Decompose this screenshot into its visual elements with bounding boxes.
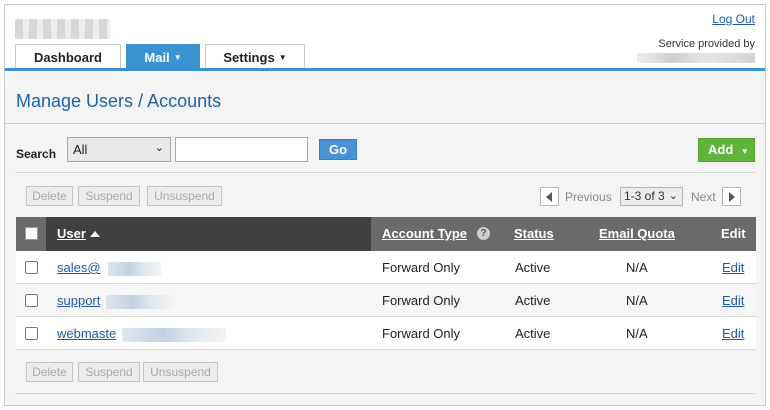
provider-name-redacted (637, 53, 755, 63)
divider (15, 393, 755, 394)
delete-button[interactable]: Delete (26, 186, 73, 206)
user-link[interactable]: support (57, 284, 100, 317)
redacted-domain (106, 295, 173, 309)
divider (15, 172, 755, 173)
logout-link[interactable]: Log Out (712, 12, 755, 26)
delete-button[interactable]: Delete (26, 362, 73, 382)
column-header-user[interactable]: User (57, 217, 100, 251)
row-checkbox[interactable] (25, 261, 38, 274)
tab-mail-label: Mail (144, 50, 170, 65)
table-header: User Account Type ? Status Email Quota E… (16, 217, 756, 251)
help-icon[interactable]: ? (477, 227, 490, 240)
column-header-user-label: User (57, 226, 86, 241)
chevron-right-icon (729, 192, 735, 202)
tab-mail[interactable]: Mail ▼ (126, 44, 200, 70)
table-row: support Forward Only Active N/A Edit (16, 284, 756, 317)
caret-down-icon: ▼ (278, 53, 287, 62)
search-input[interactable] (175, 137, 308, 162)
previous-label: Previous (565, 190, 612, 204)
tab-settings[interactable]: Settings ▼ (205, 44, 305, 70)
tab-dashboard[interactable]: Dashboard (15, 44, 121, 70)
chevron-down-icon: ⌄ (668, 190, 678, 202)
edit-link[interactable]: Edit (722, 251, 744, 284)
go-button[interactable]: Go (319, 139, 357, 160)
app-frame: Log Out Service provided by Dashboard Ma… (4, 4, 766, 406)
select-all-checkbox[interactable] (25, 227, 38, 240)
edit-link[interactable]: Edit (722, 317, 744, 350)
add-button[interactable]: Add ▼ (698, 138, 755, 162)
redacted-domain (108, 262, 161, 276)
status-cell: Active (515, 326, 551, 341)
account-type-cell: Forward Only (382, 260, 461, 275)
search-filter-value: All (73, 142, 88, 157)
service-provided-label: Service provided by (658, 38, 755, 50)
status-cell: Active (515, 293, 551, 308)
main-tabs: Dashboard Mail ▼ Settings ▼ (15, 44, 305, 70)
column-header-email-quota[interactable]: Email Quota (599, 217, 675, 251)
search-label: Search (16, 147, 57, 161)
unsuspend-button[interactable]: Unsuspend (147, 186, 222, 206)
tab-settings-label: Settings (223, 50, 275, 65)
column-header-status[interactable]: Status (514, 217, 554, 251)
caret-down-icon: ▼ (173, 53, 182, 62)
tab-dashboard-label: Dashboard (34, 50, 102, 65)
page-range-select[interactable]: 1-3 of 3 ⌄ (620, 187, 683, 206)
status-cell: Active (515, 260, 551, 275)
redacted-domain (122, 328, 226, 342)
column-header-account-type[interactable]: Account Type (382, 217, 467, 251)
sort-ascending-icon (89, 231, 100, 237)
email-quota-cell: N/A (626, 260, 648, 275)
suspend-button[interactable]: Suspend (78, 362, 140, 382)
page-title: Manage Users / Accounts (16, 91, 222, 111)
account-type-cell: Forward Only (382, 326, 461, 341)
suspend-button[interactable]: Suspend (78, 186, 140, 206)
divider (5, 123, 765, 124)
chevron-left-icon (546, 192, 552, 202)
main-content: Manage Users / Accounts Search All ⌄ Go … (5, 71, 765, 405)
account-type-cell: Forward Only (382, 293, 461, 308)
row-checkbox[interactable] (25, 294, 38, 307)
next-page-button[interactable] (722, 187, 741, 206)
add-button-label: Add (708, 142, 734, 157)
chevron-down-icon: ⌄ (154, 142, 164, 154)
table-row: webmaste Forward Only Active N/A Edit (16, 317, 756, 350)
page-range-value: 1-3 of 3 (624, 189, 665, 203)
table-row: sales@ Forward Only Active N/A Edit (16, 251, 756, 284)
logo (15, 19, 110, 39)
unsuspend-button[interactable]: Unsuspend (143, 362, 218, 382)
caret-down-icon: ▼ (740, 147, 749, 156)
edit-link[interactable]: Edit (722, 284, 744, 317)
user-link[interactable]: sales@ (57, 251, 101, 284)
next-label: Next (691, 190, 716, 204)
email-quota-cell: N/A (626, 326, 648, 341)
previous-page-button[interactable] (540, 187, 559, 206)
email-quota-cell: N/A (626, 293, 648, 308)
column-header-edit: Edit (721, 226, 746, 241)
users-table: User Account Type ? Status Email Quota E… (16, 217, 756, 350)
search-filter-select[interactable]: All ⌄ (67, 137, 171, 162)
user-link[interactable]: webmaste (57, 317, 116, 350)
row-checkbox[interactable] (25, 327, 38, 340)
